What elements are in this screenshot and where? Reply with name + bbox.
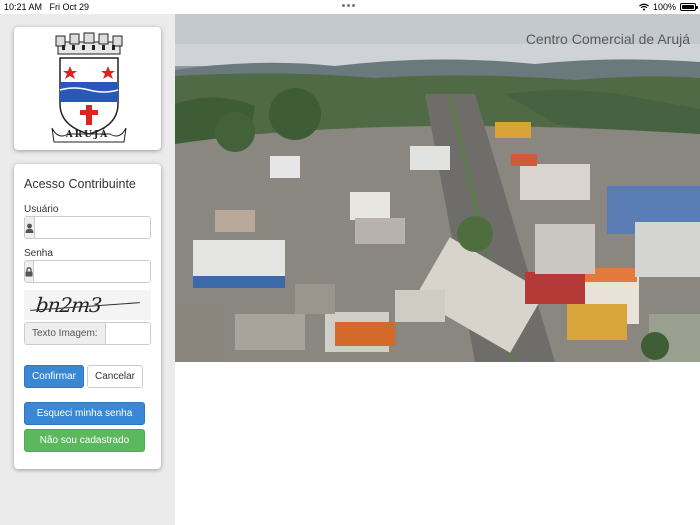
lock-icon bbox=[25, 261, 34, 282]
forgot-password-button[interactable]: Esqueci minha senha bbox=[24, 402, 145, 425]
username-input[interactable] bbox=[35, 217, 150, 238]
hero-caption: Centro Comercial de Arujá bbox=[525, 31, 690, 47]
password-input-group bbox=[24, 260, 151, 283]
battery-icon bbox=[680, 3, 698, 11]
battery-percent: 100% bbox=[652, 2, 676, 12]
user-icon bbox=[25, 217, 35, 238]
status-right: 100% bbox=[639, 2, 698, 12]
captcha-input-group: Texto Imagem: bbox=[24, 322, 151, 345]
not-registered-button[interactable]: Não sou cadastrado bbox=[24, 429, 145, 452]
login-card: Acesso Contribuinte Usuário Senha bn2m3 … bbox=[14, 164, 161, 469]
login-title: Acesso Contribuinte bbox=[24, 177, 136, 191]
username-label: Usuário bbox=[24, 204, 59, 215]
captcha-image: bn2m3 bbox=[24, 290, 151, 320]
wifi-icon bbox=[639, 3, 649, 11]
multitasking-dots-icon[interactable] bbox=[342, 4, 355, 7]
logo-card: ARUJÁ bbox=[14, 27, 161, 150]
logo-city-name: ARUJÁ bbox=[65, 130, 110, 140]
status-time: 10:21 AM Fri Oct 29 bbox=[4, 2, 90, 12]
captcha-label: Texto Imagem: bbox=[25, 323, 106, 344]
password-input[interactable] bbox=[34, 261, 150, 282]
username-input-group bbox=[24, 216, 151, 239]
aerial-scene bbox=[175, 14, 700, 362]
city-aerial-photo: Centro Comercial de Arujá bbox=[175, 14, 700, 362]
confirm-button[interactable]: Confirmar bbox=[24, 365, 84, 388]
password-label: Senha bbox=[24, 248, 53, 259]
cancel-button[interactable]: Cancelar bbox=[87, 365, 143, 388]
status-bar: 10:21 AM Fri Oct 29 100% bbox=[0, 0, 700, 14]
captcha-input[interactable] bbox=[105, 323, 150, 344]
